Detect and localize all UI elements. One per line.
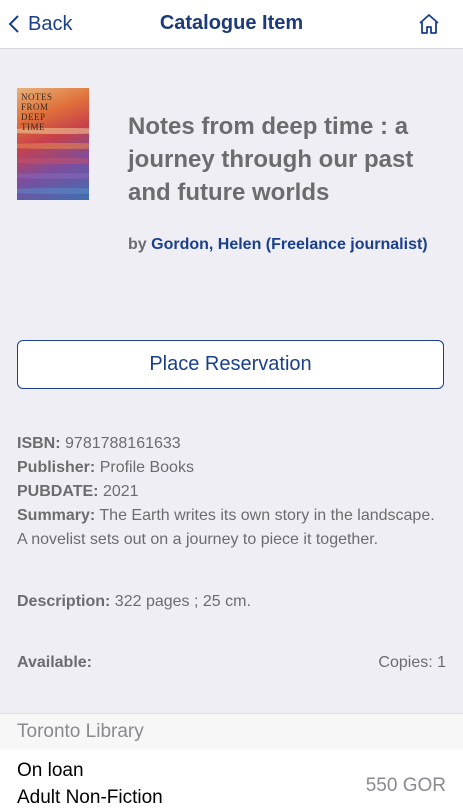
- available-label: Available:: [17, 654, 92, 671]
- summary-label: Summary:: [17, 507, 96, 524]
- author-link[interactable]: Gordon, Helen (Freelance journalist): [151, 236, 428, 253]
- holding-status: On loan: [17, 760, 84, 781]
- pubdate-label: PUBDATE:: [17, 483, 99, 500]
- item-details: ISBN: 9781788161633 Publisher: Profile B…: [17, 432, 447, 552]
- summary-row: Summary: The Earth writes its own story …: [17, 504, 447, 552]
- holding-row[interactable]: On loan Adult Non-Fiction 550 GOR: [0, 749, 463, 809]
- publisher-value: Profile Books: [99, 459, 194, 476]
- library-name: Toronto Library: [17, 721, 144, 742]
- pubdate-value: 2021: [102, 483, 139, 500]
- nav-bar: Back Catalogue Item: [0, 0, 463, 49]
- cover-text: NOTES FROM DEEP TIME: [21, 92, 53, 132]
- isbn-label: ISBN:: [17, 435, 61, 452]
- description-label: Description:: [17, 593, 111, 610]
- copies-count: Copies: 1: [378, 654, 446, 671]
- author-prefix: by: [128, 236, 147, 253]
- home-icon[interactable]: [417, 12, 441, 36]
- holding-collection: Adult Non-Fiction: [17, 787, 163, 808]
- isbn-row: ISBN: 9781788161633: [17, 432, 447, 456]
- publisher-row: Publisher: Profile Books: [17, 456, 447, 480]
- publisher-label: Publisher:: [17, 459, 96, 476]
- page-title: Catalogue Item: [159, 12, 304, 34]
- pubdate-row: PUBDATE: 2021: [17, 480, 447, 504]
- holding-call-number: 550 GOR: [365, 775, 446, 796]
- author-line: by Gordon, Helen (Freelance journalist): [128, 233, 428, 257]
- isbn-value: 9781788161633: [65, 435, 181, 452]
- library-section-header: Toronto Library: [0, 713, 463, 749]
- book-cover-image: NOTES FROM DEEP TIME: [17, 88, 89, 200]
- place-reservation-button[interactable]: Place Reservation: [17, 340, 444, 389]
- description-row: Description: 322 pages ; 25 cm.: [17, 590, 447, 614]
- book-title: Notes from deep time : a journey through…: [128, 113, 414, 206]
- description-value: 322 pages ; 25 cm.: [114, 593, 251, 610]
